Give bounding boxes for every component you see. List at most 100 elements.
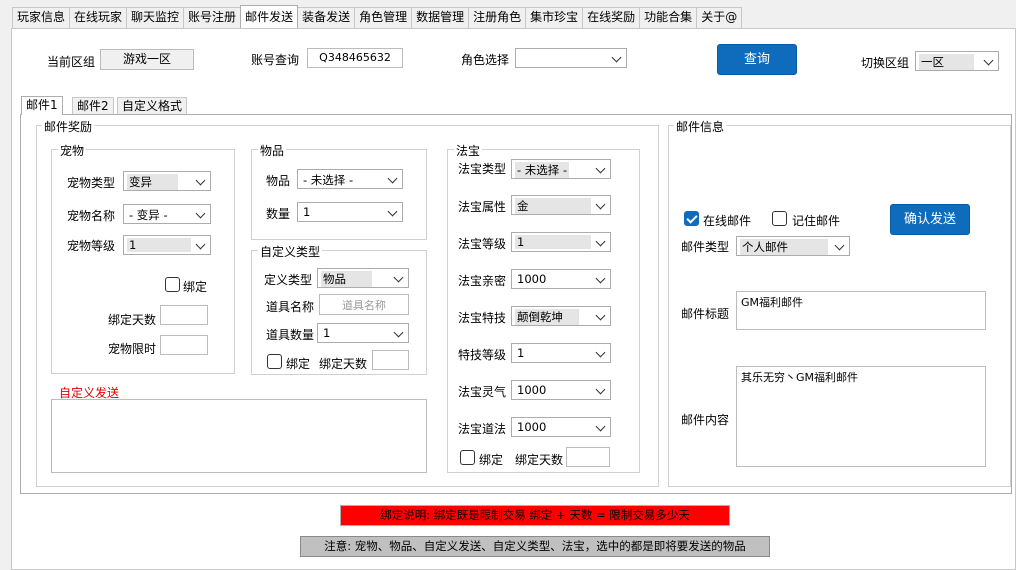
remember-mail-label: 记住邮件 xyxy=(792,214,841,228)
chevron-down-icon xyxy=(596,312,606,320)
tab-function-collection[interactable]: 功能合集 xyxy=(639,7,698,28)
chevron-down-icon xyxy=(596,349,606,357)
mail-subject-input[interactable]: GM福利邮件 xyxy=(736,291,986,330)
chevron-down-icon xyxy=(388,208,398,216)
subtab-custom-format[interactable]: 自定义格式 xyxy=(117,97,188,115)
custom-type-title: 自定义类型 xyxy=(258,243,323,260)
mail-type-value: 个人邮件 xyxy=(740,239,828,255)
tab-online-players[interactable]: 在线玩家 xyxy=(69,7,128,28)
fabao-level-dropdown[interactable]: 1 xyxy=(511,232,611,252)
fabao-intimacy-label: 法宝亲密 xyxy=(458,274,507,288)
pet-type-label: 宠物类型 xyxy=(67,176,116,190)
query-button[interactable]: 查询 xyxy=(717,44,797,75)
fabao-skill-level-dropdown[interactable]: 1 xyxy=(511,343,611,363)
fabao-type-value: - 未选择 - xyxy=(515,162,570,178)
pet-group-title: 宠物 xyxy=(58,142,87,159)
chevron-down-icon xyxy=(596,423,606,431)
tab-player-info[interactable]: 玩家信息 xyxy=(12,7,71,28)
chevron-down-icon xyxy=(388,175,398,183)
tab-role-manage[interactable]: 角色管理 xyxy=(354,7,413,28)
tab-data-manage[interactable]: 数据管理 xyxy=(411,7,470,28)
custom-bind-checkbox[interactable] xyxy=(267,354,282,369)
mail-info-title: 邮件信息 xyxy=(674,118,727,135)
pet-level-label: 宠物等级 xyxy=(67,239,116,253)
custom-bind-label: 绑定 xyxy=(286,357,311,371)
bind-note-banner: 绑定说明: 绑定既是限制交易 绑定 + 天数 = 限制交易多少天 xyxy=(340,505,730,526)
fabao-bind-days-input[interactable] xyxy=(566,447,610,467)
fabao-intimacy-dropdown[interactable]: 1000 xyxy=(511,269,611,289)
tab-equipment-send[interactable]: 装备发送 xyxy=(297,7,356,28)
subtab-mail1[interactable]: 邮件1 xyxy=(21,96,63,115)
pet-name-label: 宠物名称 xyxy=(67,209,116,223)
fabao-level-label: 法宝等级 xyxy=(458,237,507,251)
online-mail-checkbox[interactable] xyxy=(684,211,699,226)
pet-name-dropdown[interactable]: - 变异 - xyxy=(123,204,211,224)
chevron-down-icon xyxy=(984,57,994,65)
chevron-down-icon xyxy=(394,329,404,337)
tab-about[interactable]: 关于@ xyxy=(696,7,743,28)
custom-bind-days-input[interactable] xyxy=(372,350,409,370)
def-type-dropdown[interactable]: 物品 xyxy=(317,268,409,288)
pet-level-value: 1 xyxy=(127,238,192,252)
item-value: - 未选择 - xyxy=(303,173,354,187)
prop-name-input[interactable]: 道具名称 xyxy=(319,294,409,315)
item-group-title: 物品 xyxy=(258,142,287,159)
item-qty-dropdown[interactable]: 1 xyxy=(297,202,403,222)
main-tabbar: 玩家信息 在线玩家 聊天监控 账号注册 邮件发送 装备发送 角色管理 数据管理 … xyxy=(12,5,743,28)
item-dropdown[interactable]: - 未选择 - xyxy=(297,169,403,189)
tab-register-role[interactable]: 注册角色 xyxy=(468,7,527,28)
pet-bind-label: 绑定 xyxy=(183,280,208,294)
role-select-dropdown[interactable] xyxy=(515,48,627,68)
tab-market-treasure[interactable]: 集市珍宝 xyxy=(525,7,584,28)
fabao-level-value: 1 xyxy=(515,235,592,249)
fabao-spirit-dropdown[interactable]: 1000 xyxy=(511,380,611,400)
current-zone-label: 当前区组 xyxy=(47,55,96,69)
mail-content-textarea[interactable]: 其乐无穷丶GM福利邮件 xyxy=(736,366,986,467)
pet-type-dropdown[interactable]: 变异 xyxy=(123,171,211,191)
fabao-type-dropdown[interactable]: - 未选择 - xyxy=(511,159,611,179)
chevron-down-icon xyxy=(612,54,622,62)
pet-bind-checkbox[interactable] xyxy=(165,277,180,292)
pet-name-value: - 变异 - xyxy=(129,208,168,222)
remember-mail-checkbox[interactable] xyxy=(772,211,787,226)
fabao-bind-checkbox[interactable] xyxy=(460,450,475,465)
chevron-down-icon xyxy=(596,165,606,173)
tab-mail-send[interactable]: 邮件发送 xyxy=(240,5,299,28)
fabao-group-title: 法宝 xyxy=(454,142,483,159)
fabao-skill-label: 法宝特技 xyxy=(458,311,507,325)
switch-zone-dropdown[interactable]: 一区 xyxy=(915,51,999,71)
chevron-down-icon xyxy=(196,177,206,185)
chevron-down-icon xyxy=(196,241,206,249)
fabao-intimacy-value: 1000 xyxy=(517,272,547,286)
pet-limit-input[interactable] xyxy=(160,335,208,355)
fabao-skill-value: 颠倒乾坤 xyxy=(515,309,579,325)
tab-account-register[interactable]: 账号注册 xyxy=(183,7,242,28)
mail-content-label: 邮件内容 xyxy=(681,413,730,427)
current-zone-field: 游戏一区 xyxy=(100,49,194,70)
tab-chat-monitor[interactable]: 聊天监控 xyxy=(126,7,185,28)
mail-type-dropdown[interactable]: 个人邮件 xyxy=(736,236,850,256)
custom-send-textarea[interactable] xyxy=(51,399,427,473)
prop-qty-dropdown[interactable]: 1 xyxy=(317,323,409,343)
confirm-send-button[interactable]: 确认发送 xyxy=(890,204,970,235)
chevron-down-icon xyxy=(596,201,606,209)
switch-zone-value: 一区 xyxy=(919,54,974,70)
chevron-down-icon xyxy=(394,274,404,282)
fabao-attr-dropdown[interactable]: 金 xyxy=(511,195,611,215)
switch-zone-label: 切换区组 xyxy=(861,56,910,70)
pet-bind-days-input[interactable] xyxy=(160,305,208,325)
pet-type-value: 变异 xyxy=(127,174,178,190)
notice-banner: 注意: 宠物、物品、自定义发送、自定义类型、法宝，选中的都是即将要发送的物品 xyxy=(300,536,770,557)
fabao-skill-level-label: 特技等级 xyxy=(458,348,507,362)
fabao-attr-value: 金 xyxy=(515,198,591,214)
mail-type-label: 邮件类型 xyxy=(681,240,730,254)
fabao-skill-dropdown[interactable]: 颠倒乾坤 xyxy=(511,306,611,326)
tab-online-reward[interactable]: 在线奖励 xyxy=(582,7,641,28)
subtab-mail2[interactable]: 邮件2 xyxy=(72,97,114,115)
pet-level-dropdown[interactable]: 1 xyxy=(123,235,211,255)
account-query-input[interactable]: Q348465632 xyxy=(307,48,403,68)
custom-bind-days-label: 绑定天数 xyxy=(319,357,368,371)
pet-bind-days-label: 绑定天数 xyxy=(108,313,157,327)
fabao-dao-dropdown[interactable]: 1000 xyxy=(511,417,611,437)
fabao-bind-label: 绑定 xyxy=(479,453,504,467)
